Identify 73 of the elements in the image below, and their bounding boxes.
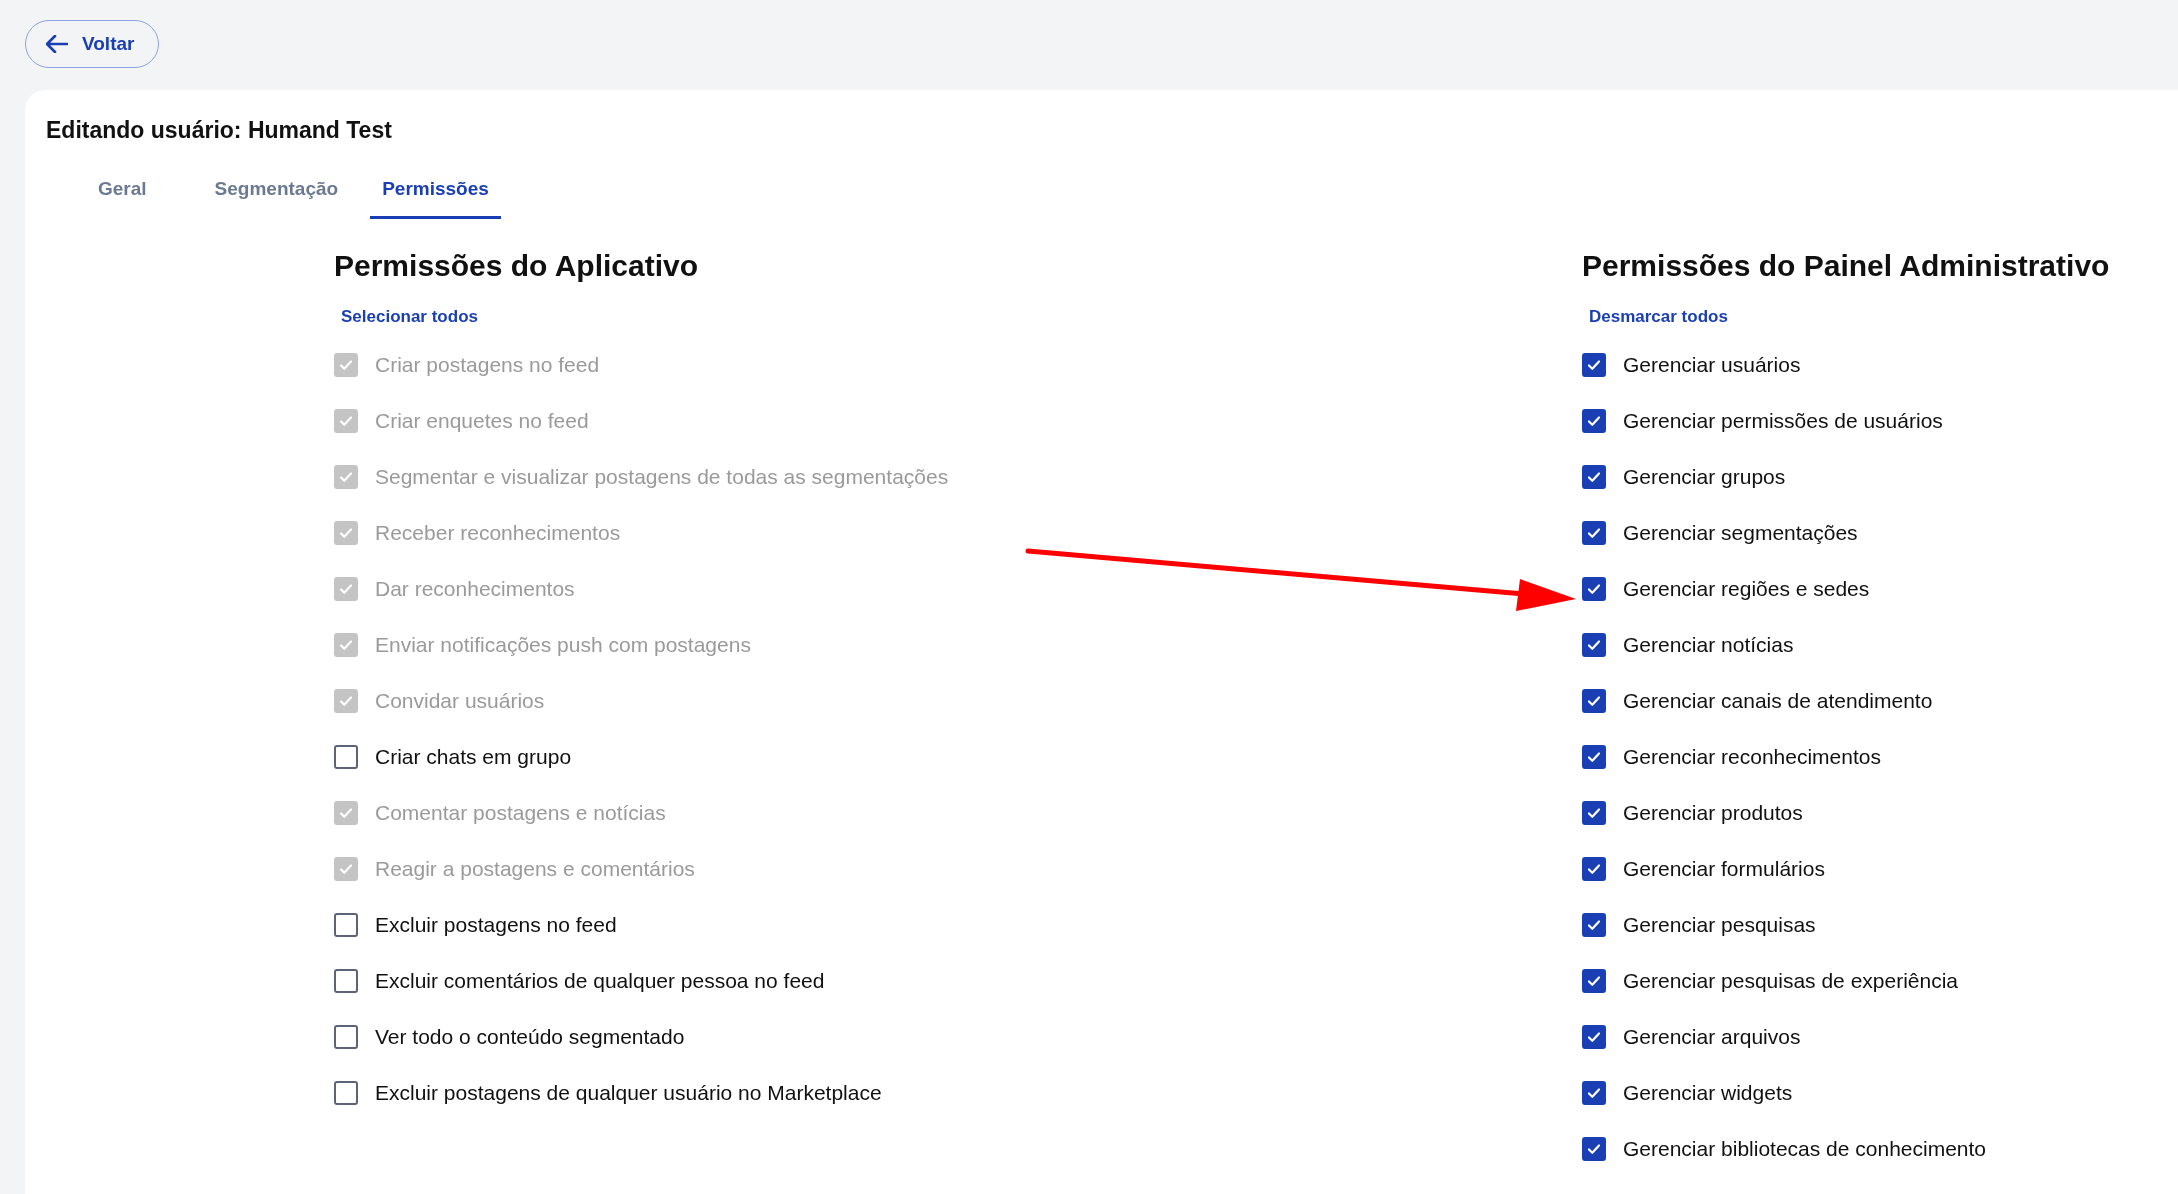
checkbox[interactable] [1582, 577, 1606, 601]
select-all-link[interactable]: Selecionar todos [341, 305, 478, 329]
check-icon [1586, 1029, 1602, 1045]
checkbox[interactable] [334, 913, 358, 937]
checkbox[interactable] [1582, 689, 1606, 713]
check-icon [1586, 525, 1602, 541]
tab[interactable]: Segmentação [202, 164, 351, 219]
checkbox-label: Gerenciar usuários [1623, 353, 1801, 377]
checkbox-label: Gerenciar formulários [1623, 857, 1825, 881]
checkbox-label: Excluir postagens de qualquer usuário no Marketplace [375, 1081, 882, 1105]
back-arrow-icon [46, 35, 68, 53]
checkbox[interactable] [334, 969, 358, 993]
checkbox[interactable] [1582, 1137, 1606, 1161]
checkbox-label: Ver todo o conteúdo segmentado [375, 1025, 685, 1049]
checkbox[interactable] [1582, 521, 1606, 545]
page-title: Editando usuário: Humand Test [46, 116, 393, 144]
checkbox-label: Gerenciar notícias [1623, 633, 1794, 657]
checkbox[interactable] [1582, 969, 1606, 993]
check-icon [1586, 637, 1602, 653]
section-heading: Permissões do Aplicativo [334, 248, 698, 284]
tab[interactable]: Geral [86, 164, 159, 219]
check-icon [1586, 469, 1602, 485]
checkbox-label: Gerenciar pesquisas de experiência [1623, 969, 1959, 993]
checkbox[interactable] [1582, 745, 1606, 769]
select-all-link[interactable]: Desmarcar todos [1589, 305, 1728, 329]
checkbox-label: Gerenciar pesquisas [1623, 913, 1816, 937]
checkbox-label: Gerenciar regiões e sedes [1623, 577, 1870, 601]
checkbox-label: Dar reconhecimentos [375, 577, 575, 601]
check-icon [1586, 1085, 1602, 1101]
checkbox-label: Gerenciar widgets [1623, 1081, 1793, 1105]
checkbox-label: Gerenciar segmentações [1623, 521, 1858, 545]
checkbox-label: Enviar notificações push com postagens [375, 633, 751, 657]
checkbox-label: Gerenciar reconhecimentos [1623, 745, 1881, 769]
section-heading: Permissões do Painel Administrativo [1582, 248, 2110, 284]
checkbox[interactable] [334, 1081, 358, 1105]
check-icon [1586, 861, 1602, 877]
check-icon [1586, 413, 1602, 429]
checkbox[interactable] [1582, 633, 1606, 657]
checkbox-label: Gerenciar canais de atendimento [1623, 689, 1933, 713]
checkbox-label: Criar chats em grupo [375, 745, 572, 769]
checkbox[interactable] [1582, 1081, 1606, 1105]
checkbox-label: Receber reconhecimentos [375, 521, 621, 545]
checkbox-label: Segmentar e visualizar postagens de todas as segmentações [375, 465, 949, 489]
checkbox-label: Convidar usuários [375, 689, 545, 713]
checkbox[interactable] [1582, 353, 1606, 377]
check-icon [1586, 805, 1602, 821]
checkbox-label: Gerenciar bibliotecas de conhecimento [1623, 1137, 1987, 1161]
checkbox[interactable] [1582, 1025, 1606, 1049]
checkbox[interactable] [334, 1025, 358, 1049]
check-icon [1586, 973, 1602, 989]
checkbox-label: Excluir postagens no feed [375, 913, 617, 937]
checkbox-label: Reagir a postagens e comentários [375, 857, 695, 881]
checkbox-label: Criar postagens no feed [375, 353, 600, 377]
check-icon [1586, 1141, 1602, 1157]
checkbox-label: Gerenciar grupos [1623, 465, 1786, 489]
checkbox-label: Criar enquetes no feed [375, 409, 589, 433]
checkbox[interactable] [1582, 409, 1606, 433]
checkbox[interactable] [1582, 465, 1606, 489]
checkbox[interactable] [334, 745, 358, 769]
checkbox[interactable] [1582, 857, 1606, 881]
tab[interactable]: Permissões [370, 164, 501, 219]
checkbox-label: Gerenciar arquivos [1623, 1025, 1801, 1049]
check-icon [1586, 917, 1602, 933]
checkbox-label: Gerenciar permissões de usuários [1623, 409, 1943, 433]
check-icon [1586, 357, 1602, 373]
checkbox-label: Comentar postagens e notícias [375, 801, 666, 825]
checkbox-label: Gerenciar produtos [1623, 801, 1803, 825]
check-icon [1586, 749, 1602, 765]
checkbox[interactable] [1582, 801, 1606, 825]
checkbox-label: Excluir comentários de qualquer pessoa no feed [375, 969, 825, 993]
checkbox[interactable] [1582, 913, 1606, 937]
check-icon [1586, 693, 1602, 709]
check-icon [1586, 581, 1602, 597]
